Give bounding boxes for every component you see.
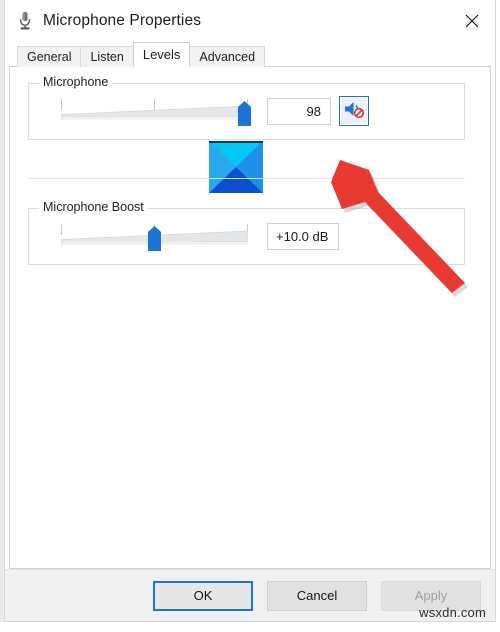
slider-wedge: [61, 105, 248, 120]
watermark: wsxdn.com: [419, 605, 486, 620]
mute-button-inner: [340, 97, 368, 125]
speaker-mute-icon: [343, 99, 365, 124]
broken-image-placeholder: [209, 141, 263, 193]
boost-value-field[interactable]: +10.0 dB: [267, 223, 339, 250]
microphone-value-field[interactable]: 98: [267, 98, 331, 125]
mute-button[interactable]: [339, 96, 369, 126]
boost-group-title: Microphone Boost: [39, 200, 148, 214]
levels-tab-panel: Microphone 98 Microphone Boost +10.0 dB: [9, 66, 491, 569]
dialog-footer: OK Cancel Apply wsxdn.com: [5, 569, 495, 621]
ok-button[interactable]: OK: [153, 580, 253, 611]
microphone-properties-window: Microphone Properties General Listen Lev…: [4, 0, 496, 622]
microphone-group-title: Microphone: [39, 75, 113, 89]
slider-thumb[interactable]: [237, 101, 252, 126]
window-right-edge: [496, 0, 500, 627]
boost-value-text: +10.0 dB: [276, 229, 329, 244]
cancel-button[interactable]: Cancel: [267, 580, 367, 611]
boost-slider-thumb[interactable]: [147, 226, 162, 251]
tab-advanced[interactable]: Advanced: [189, 46, 266, 67]
tab-general[interactable]: General: [17, 46, 82, 67]
slider-track[interactable]: [61, 99, 248, 123]
close-icon[interactable]: [449, 0, 495, 41]
microphone-icon: [14, 10, 36, 32]
section-separator: [28, 178, 465, 179]
tab-listen[interactable]: Listen: [80, 46, 134, 67]
microphone-boost-group: Microphone Boost +10.0 dB: [28, 200, 465, 265]
microphone-group: Microphone 98: [28, 75, 465, 140]
microphone-value-text: 98: [306, 104, 321, 119]
title-bar: Microphone Properties: [5, 0, 495, 41]
microphone-volume-slider[interactable]: [61, 99, 251, 127]
tab-strip: General Listen Levels Advanced: [5, 41, 495, 67]
window-title: Microphone Properties: [43, 11, 202, 29]
microphone-boost-slider[interactable]: [61, 224, 248, 252]
tab-levels[interactable]: Levels: [132, 42, 191, 67]
